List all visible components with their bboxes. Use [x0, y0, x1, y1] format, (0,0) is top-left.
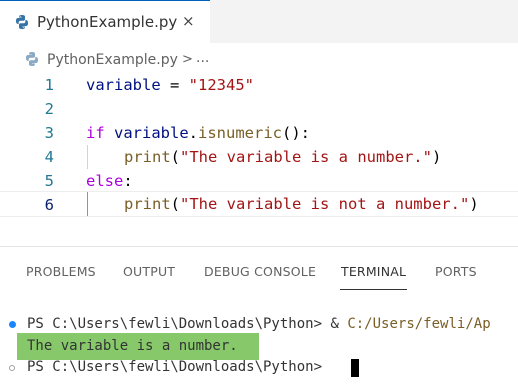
keyword-else: else — [86, 172, 124, 190]
string-literal: "12345" — [188, 76, 254, 94]
tab-output[interactable]: OUTPUT — [123, 264, 175, 279]
punctuation: : — [123, 172, 133, 190]
function-name: print — [124, 148, 171, 166]
identifier: variable — [114, 124, 189, 142]
punctuation: ) — [469, 195, 479, 213]
line-number: 3 — [44, 124, 54, 142]
breadcrumb-more[interactable]: ... — [196, 50, 209, 66]
active-tab-indicator — [340, 289, 407, 290]
code-line-active[interactable]: 6 print("The variable is not a number.") — [0, 191, 518, 217]
line-number: 4 — [44, 148, 54, 166]
punctuation: (): — [282, 124, 311, 142]
string-literal: "The variable is not a number." — [180, 195, 470, 213]
breadcrumb-separator: > — [182, 52, 193, 67]
dot: . — [188, 124, 199, 142]
operator: = — [160, 76, 189, 94]
tab-problems[interactable]: PROBLEMS — [26, 264, 96, 279]
command-amp: & — [330, 316, 339, 332]
punctuation: ) — [431, 148, 442, 166]
tab-label: PythonExample.py — [37, 13, 178, 31]
breadcrumb-file[interactable]: PythonExample.py — [47, 52, 178, 68]
keyword-if: if — [86, 124, 105, 142]
command-success-dot[interactable] — [9, 321, 16, 328]
code-line[interactable]: 1 variable = "12345" — [0, 73, 518, 97]
code-line[interactable]: 5 else: — [0, 169, 518, 193]
line-number: 2 — [44, 100, 54, 118]
identifier: variable — [86, 76, 161, 94]
command-pending-dot[interactable] — [9, 365, 15, 371]
terminal-cursor — [351, 359, 359, 377]
terminal-output: The variable is a number. — [27, 338, 238, 354]
indent-guide-active — [87, 192, 88, 216]
punctuation: ( — [170, 148, 181, 166]
code-line[interactable]: 2 — [0, 97, 518, 121]
line-number: 5 — [44, 172, 54, 190]
tab-terminal[interactable]: TERMINAL — [341, 264, 406, 279]
terminal-prompt-current: PS C:\Users\fewli\Downloads\Python> — [27, 359, 323, 375]
tab-ports[interactable]: PORTS — [435, 264, 477, 279]
code-editor[interactable]: 1 variable = "12345" 2 3 if variable.isn… — [0, 73, 518, 223]
breadcrumb: PythonExample.py > ... — [0, 46, 518, 74]
editor-tab-bar: PythonExample.py × — [0, 0, 518, 43]
command-path: C:/Users/fewli/Ap — [347, 316, 491, 332]
indent-guide — [87, 145, 88, 169]
method-name: isnumeric — [198, 124, 283, 142]
function-name: print — [124, 195, 171, 213]
code-line[interactable]: 3 if variable.isnumeric(): — [0, 121, 518, 145]
string-literal: "The variable is a number." — [180, 148, 432, 166]
line-number: 6 — [44, 196, 54, 214]
terminal-command-line: PS C:\Users\fewli\Downloads\Python> & C:… — [27, 316, 491, 332]
python-file-icon — [14, 14, 30, 34]
tab-python-example[interactable]: PythonExample.py × — [0, 0, 210, 43]
python-file-icon — [24, 51, 40, 71]
tab-debug-console[interactable]: DEBUG CONSOLE — [204, 264, 316, 279]
punctuation: ( — [170, 195, 181, 213]
terminal-prompt: PS C:\Users\fewli\Downloads\Python> — [27, 316, 323, 332]
line-number: 1 — [44, 76, 54, 94]
close-icon[interactable]: × — [182, 12, 195, 30]
code-line[interactable]: 4 print("The variable is a number.") — [0, 145, 518, 169]
